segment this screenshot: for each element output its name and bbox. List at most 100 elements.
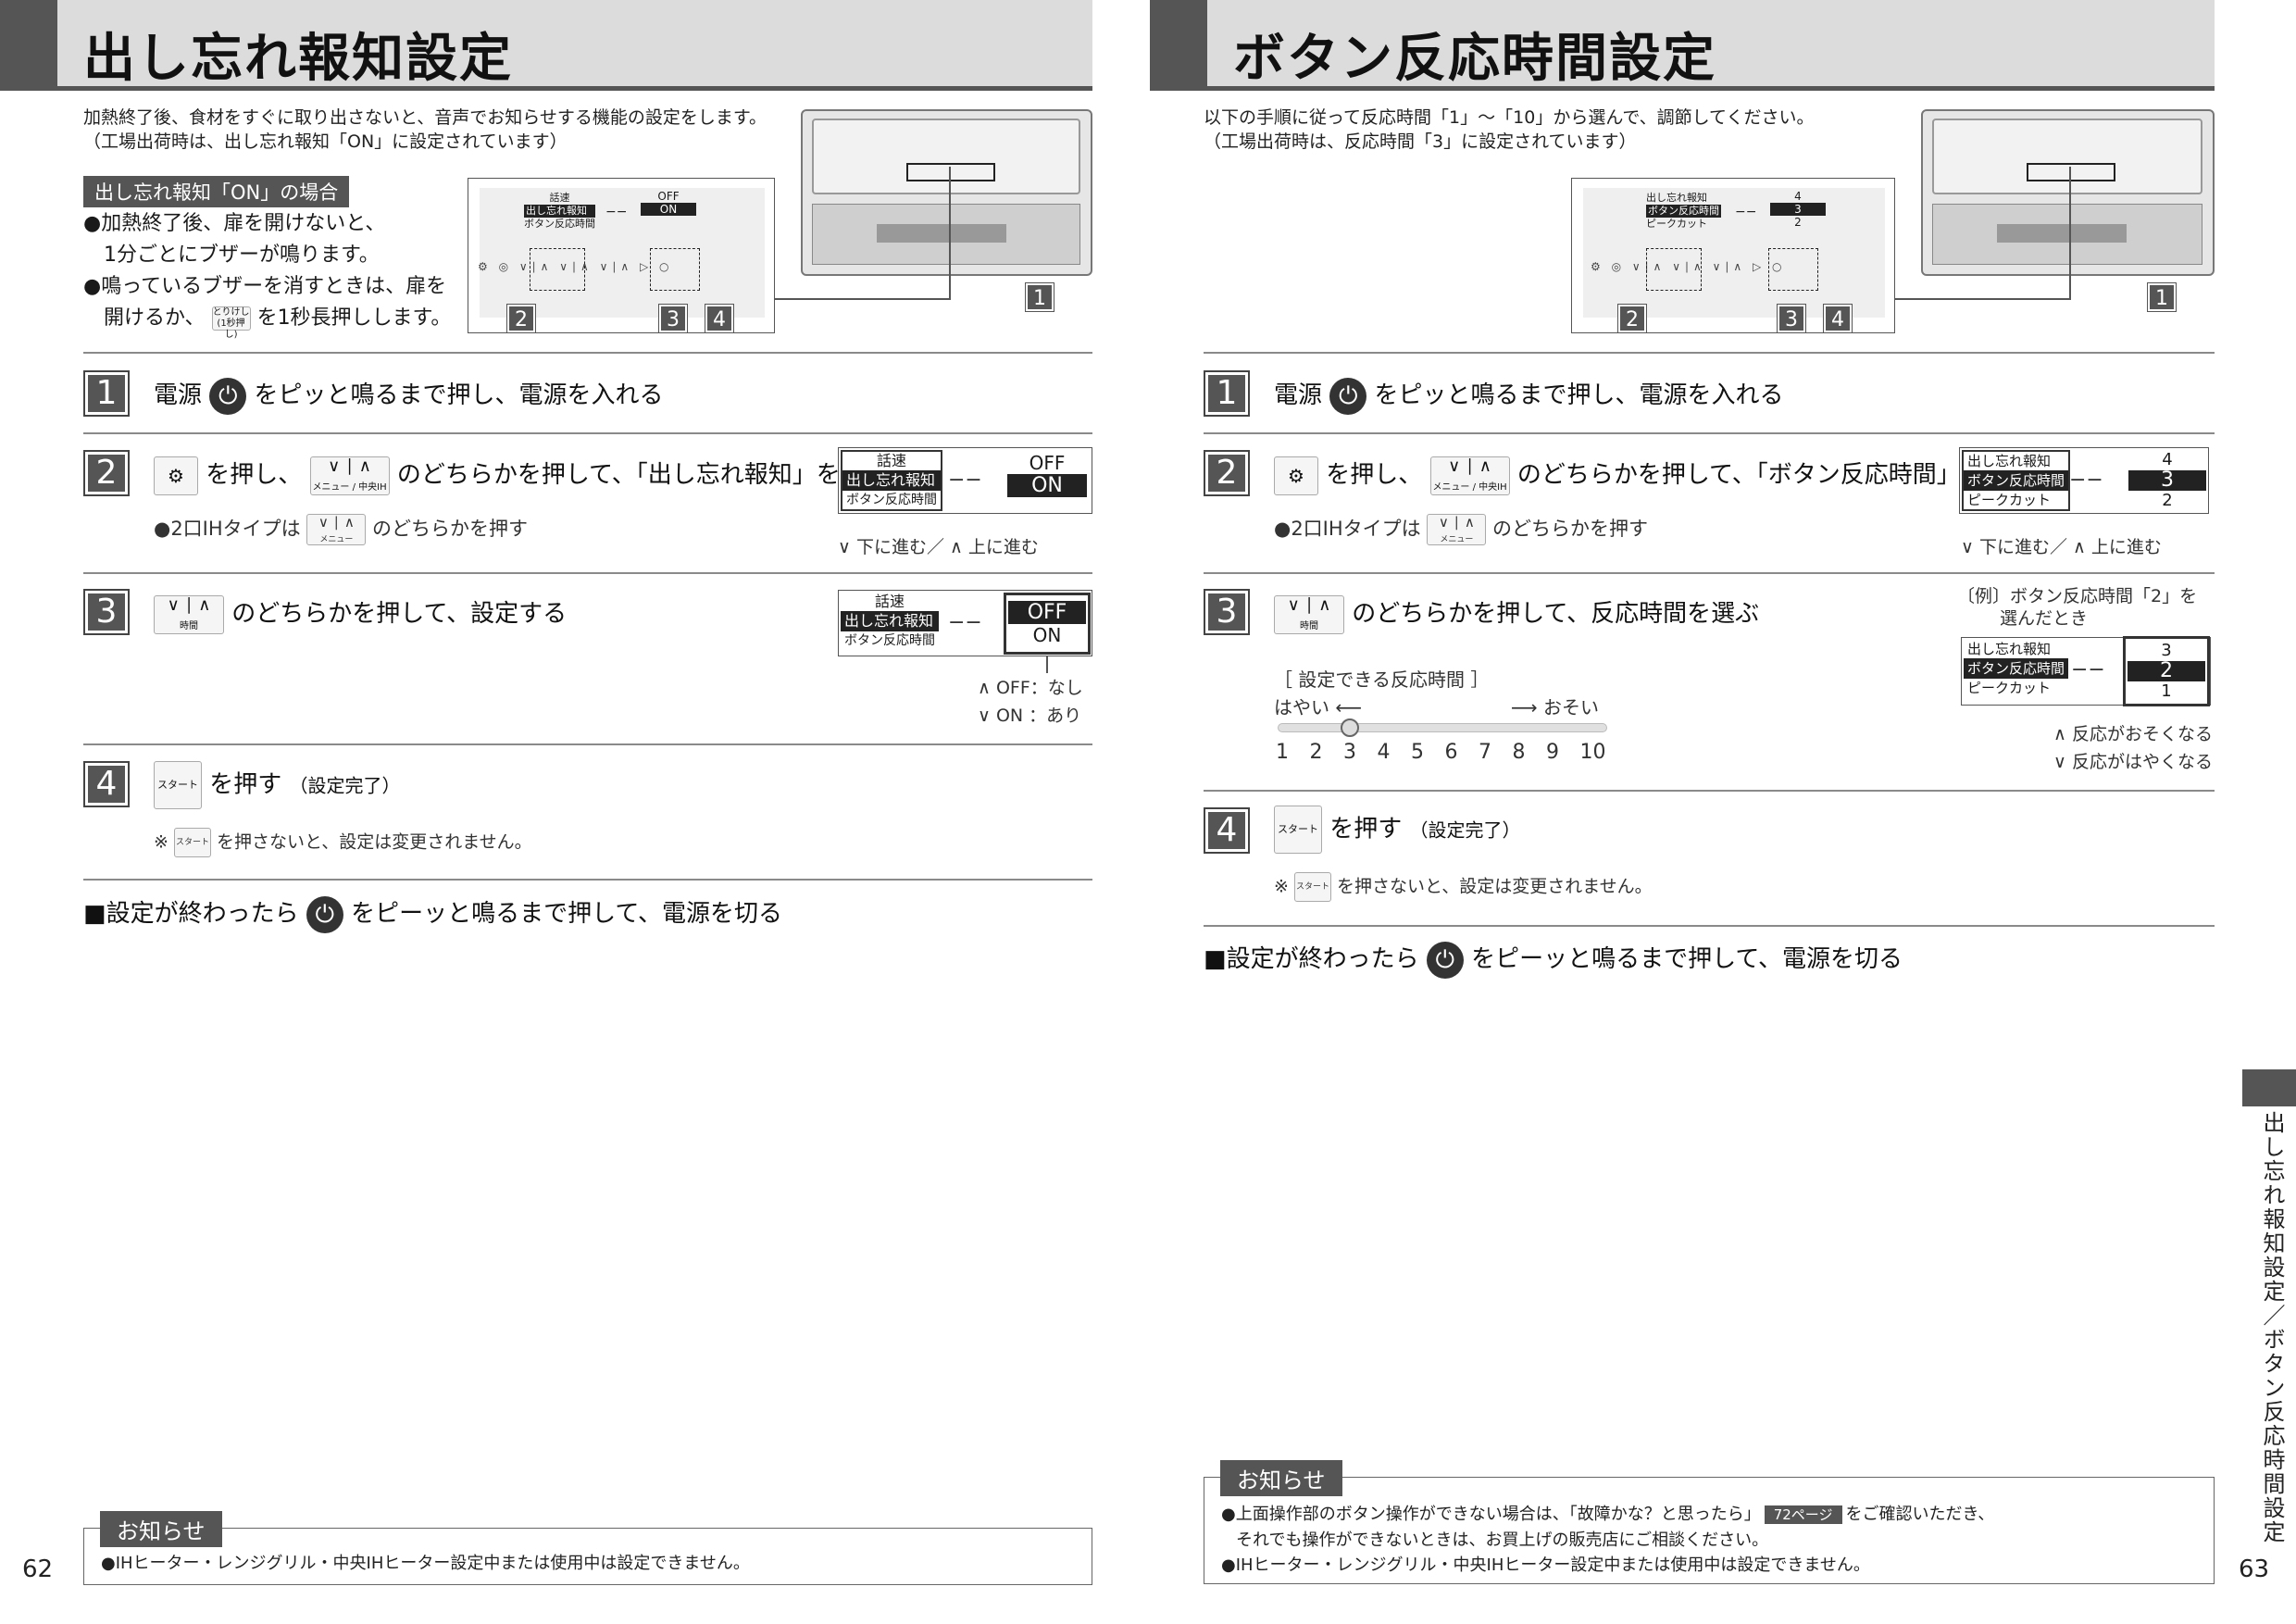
up-down-arrows-icon[interactable]: ∨ ∣ ∧ メニュー [1427, 514, 1487, 545]
right-step-1-text: 電源 ⏻ をピッと鳴るまで押し、電源を入れる [1274, 376, 1784, 415]
panel-vals: OFF ON [641, 190, 696, 216]
panel-lcd-row-3: ボタン反応時間 [524, 218, 595, 230]
right-step-3-num: 3 [1208, 593, 1245, 631]
start-icon: スタート [1293, 872, 1331, 902]
note-mark: ※ [1274, 876, 1289, 897]
page-ref-badge[interactable]: 72ページ [1764, 1505, 1842, 1524]
power-icon[interactable]: ⏻ [209, 377, 247, 415]
panel-val-2: 3 [1770, 203, 1826, 216]
scale-9: 9 [1546, 741, 1559, 764]
left-step-1-b: をピッと鳴るまで押し、電源を入れる [254, 381, 664, 409]
left-step-2-nav: ∨ 下に進む／ ∧ 上に進む [838, 537, 1039, 557]
left-step-1-num: 1 [88, 375, 125, 412]
lcd-vals: 4 3 2 [2128, 450, 2206, 511]
side-tab-marker [2242, 1069, 2296, 1106]
start-icon: とりけし (1秒押し) [211, 306, 251, 340]
side-tab-text: 出し忘れ報知設定／ボタン反応時間設定 [2259, 1111, 2285, 1544]
right-step-2-text: ⚙ を押し、 ∨ ∣ ∧ メニュー / 中央IH のどちらかを押して、「ボタン反応… [1274, 456, 2033, 495]
up-down-arrows-icon[interactable]: ∨ ∣ ∧ 時間 [1274, 594, 1344, 634]
lcd-row-2: 出し忘れ報知 [841, 611, 939, 631]
legend-line-1: ∧ 反応がおそくなる [2053, 724, 2213, 744]
left-step-2-text: ⚙ を押し、 ∨ ∣ ∧ メニュー / 中央IH のどちらかを押して、「出し忘れ報… [154, 456, 889, 495]
right-scale-title: ［ 設定できる反応時間 ］ [1274, 668, 1490, 691]
note-line-1b: をご確認いただき、 [1845, 1505, 1995, 1524]
power-icon[interactable]: ⏻ [1426, 941, 1464, 979]
lcd-row-1: 話速 [874, 593, 905, 610]
finish-a: ■設定が終わったら [83, 900, 299, 928]
lcd-row-3: ピークカット [1967, 680, 2052, 696]
left-step-2-display: 話速 出し忘れ報知 ボタン反応時間 −− OFF ON [838, 447, 1092, 514]
leader-line-1v [2069, 167, 2071, 300]
leader-line-1 [775, 298, 951, 300]
left-step-2-num: 2 [88, 455, 125, 492]
gear-icon[interactable]: ⚙ [1274, 456, 1318, 495]
right-step-2-nav: ∨ 下に進む／ ∧ 上に進む [1961, 537, 2162, 557]
right-step-2-display: 出し忘れ報知 ボタン反応時間 ピークカット −− 4 3 2 [1959, 447, 2209, 514]
right-rule-1 [1204, 352, 2215, 354]
lcd-rows: 出し忘れ報知 ボタン反応時間 ピークカット [1962, 450, 2071, 511]
left-step-2-sub-b: のどちらかを押す [372, 518, 529, 540]
scale-4: 4 [1377, 741, 1391, 764]
lcd-dash: −− [2071, 658, 2105, 681]
right-note-line-3: ●IHヒーター・レンジグリル・中央IHヒーター設定中または使用中は設定できません… [1221, 1555, 1870, 1575]
lcd-row-2: 出し忘れ報知 [842, 470, 941, 491]
scale-10: 10 [1579, 741, 1606, 764]
finish-b: をピーッと鳴るまで押して、電源を切る [1471, 945, 1903, 973]
left-step-4-text: スタート を押す （設定完了） [154, 761, 401, 809]
lcd-row-3: ボタン反応時間 [846, 493, 937, 507]
up-down-arrows-icon[interactable]: ∨ ∣ ∧ メニュー / 中央IH [309, 456, 390, 495]
right-step-2-sub: ●2口IHタイプは ∨ ∣ ∧ メニュー のどちらかを押す [1274, 514, 1648, 545]
power-icon[interactable]: ⏻ [306, 895, 343, 933]
scale-thumb[interactable] [1341, 718, 1359, 737]
note-line-1a: ●上面操作部のボタン操作ができない場合は、「故障かな？と思ったら」 [1221, 1505, 1761, 1524]
left-step-1-text: 電源 ⏻ をピッと鳴るまで押し、電源を入れる [154, 376, 664, 415]
left-intro: 加熱終了後、食材をすぐに取り出さないと、音声でお知らせする機能の設定をします。 … [83, 106, 767, 154]
up-down-arrows-icon[interactable]: ∨ ∣ ∧ メニュー / 中央IH [1429, 456, 1510, 495]
up-down-arrows-icon[interactable]: ∨ ∣ ∧ メニュー [306, 514, 367, 545]
start-icon[interactable]: スタート [1274, 806, 1322, 854]
left-step-4-b: を押す [209, 770, 282, 799]
right-step-1-num: 1 [1208, 375, 1245, 412]
panel-lcd-row-2: 出し忘れ報知 [524, 205, 595, 218]
case-line-4a: 開けるか、 [83, 306, 206, 330]
up-down-arrows-icon[interactable]: ∨ ∣ ∧ 時間 [154, 594, 224, 634]
left-step-4-b2: （設定完了） [289, 774, 401, 797]
key2-sub-label: メニュー [319, 535, 354, 544]
gear-icon[interactable]: ⚙ [154, 456, 198, 495]
left-intro-line-1: 加熱終了後、食材をすぐに取り出さないと、音声でお知らせする機能の設定をします。 [83, 107, 767, 128]
leader-line-1v [949, 167, 951, 300]
left-rule-3 [83, 572, 1092, 574]
right-step-4-sub: ※ スタート を押さないと、設定は変更されません。 [1274, 872, 1653, 902]
right-step-1-number: 1 [1204, 370, 1250, 417]
start-icon[interactable]: スタート [154, 761, 202, 809]
right-step-4-number: 4 [1204, 807, 1250, 854]
right-step-1-b: をピッと鳴るまで押し、電源を入れる [1374, 381, 1784, 409]
panel-dash: −− [1735, 205, 1757, 219]
right-step-2-num: 2 [1208, 455, 1245, 492]
lcd-val-2: ON [1032, 624, 1062, 646]
left-step-3-number: 3 [83, 589, 130, 635]
panel-lcd: 出し忘れ報知 ボタン反応時間 ピークカット [1646, 192, 1721, 231]
right-step-2-number: 2 [1204, 450, 1250, 496]
lcd-rows: 話速 出し忘れ報知 ボタン反応時間 [841, 450, 942, 511]
power-icon[interactable]: ⏻ [1329, 377, 1367, 415]
callout-4: 4 [1823, 304, 1853, 333]
left-rule-1 [83, 352, 1092, 354]
lcd-row-3: ボタン反応時間 [844, 633, 935, 648]
left-rule-4 [83, 743, 1092, 745]
lcd-row-2: ボタン反応時間 [1964, 470, 2069, 491]
lcd-val-2: 2 [2128, 661, 2205, 681]
header-block [0, 0, 57, 91]
note-mark: ※ [154, 831, 168, 853]
left-page-number: 62 [22, 1555, 54, 1583]
scale-1: 1 [1276, 741, 1289, 764]
case-line-4b: を1秒長押しします。 [256, 306, 452, 330]
left-step-3-b: のどちらかを押して、設定する [231, 600, 568, 628]
scale-3: 3 [1343, 741, 1356, 764]
right-step-4-sub-b: を押さないと、設定は変更されません。 [1337, 876, 1653, 897]
key-sub-label: 時間 [1300, 620, 1318, 631]
case-line-3: ●鳴っているブザーを消すときは、扉を [83, 275, 447, 298]
lcd-val-1: 4 [2162, 450, 2173, 469]
scale-6: 6 [1444, 741, 1458, 764]
lcd-val-3: 2 [2162, 491, 2173, 510]
